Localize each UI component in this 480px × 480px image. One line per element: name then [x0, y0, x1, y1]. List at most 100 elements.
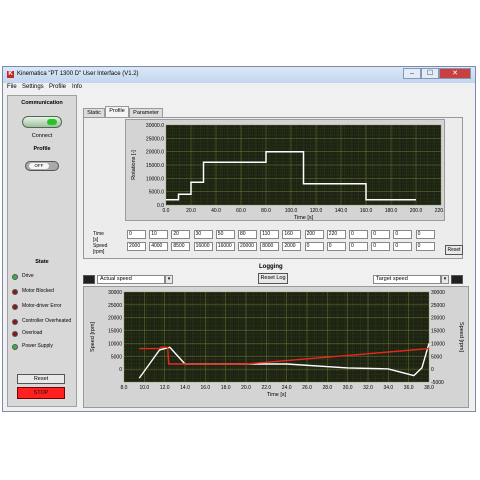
- state-item-label: Overload: [22, 330, 43, 336]
- speed-cell[interactable]: 0: [326, 242, 346, 251]
- y-tick-label: 30000.0: [146, 123, 164, 129]
- y-tick-label: 10000: [108, 341, 122, 347]
- y2-tick-label: -5000: [431, 380, 444, 386]
- right-series-dropdown-icon[interactable]: ▾: [441, 275, 449, 284]
- time-cell[interactable]: 10: [149, 230, 169, 239]
- time-cell[interactable]: 0: [371, 230, 391, 239]
- close-button[interactable]: ✕: [439, 68, 471, 79]
- right-series-select[interactable]: Target speed: [373, 275, 441, 284]
- x-tick-label: 24.0: [282, 385, 292, 391]
- x-tick-label: 18.0: [221, 385, 231, 391]
- x-axis-label: Time [s]: [267, 392, 287, 398]
- y-tick-label: 0: [119, 367, 122, 373]
- status-led-icon: [12, 319, 18, 325]
- left-series-select[interactable]: Actual speed: [97, 275, 165, 284]
- speed-cell[interactable]: 0: [415, 242, 435, 251]
- reset-log-button[interactable]: Reset Log: [258, 273, 288, 284]
- x-tick-label: 26.0: [302, 385, 312, 391]
- logging-chart-frame: 8.0 10.0 12.0 14.0 16.0 18.0 20.0 22.0 24.0 26.0 2…: [83, 286, 469, 408]
- speed-row-label: Speed [rpm]: [93, 243, 108, 255]
- x-tick-label: 22.0: [261, 385, 271, 391]
- time-row-label: Time [s]: [93, 231, 104, 243]
- state-label: State: [35, 259, 49, 265]
- speed-cell[interactable]: 8500: [171, 242, 191, 251]
- y2-tick-label: 15000: [431, 329, 445, 335]
- y-tick-label: 10000.0: [146, 176, 164, 182]
- time-cell[interactable]: 200: [304, 230, 324, 239]
- title-bar[interactable]: K Kinematica "PT 1300 D" User Interface …: [3, 67, 475, 83]
- x-tick-label: 140.0: [335, 208, 348, 214]
- speed-cell[interactable]: 16000: [193, 242, 213, 251]
- time-cell[interactable]: 0: [349, 230, 368, 239]
- maximize-button[interactable]: ☐: [421, 68, 439, 79]
- x-tick-label: 30.0: [343, 385, 353, 391]
- x-tick-label: 60.0: [236, 208, 246, 214]
- y-tick-label: 25000.0: [146, 136, 164, 142]
- connect-label: Connect: [31, 133, 53, 139]
- time-cell[interactable]: 80: [238, 230, 257, 239]
- profile-chart: 0.0 20.0 40.0 60.0 80.0 100.0 120.0 140.0 160.0 1…: [131, 123, 447, 221]
- speed-cell[interactable]: 20000: [238, 242, 257, 251]
- menu-settings[interactable]: Settings: [22, 84, 44, 90]
- x-tick-label: 10.0: [139, 385, 149, 391]
- y-tick-label: 20000: [108, 316, 122, 322]
- y-tick-label: 15000.0: [146, 163, 164, 169]
- logging-chart: 8.0 10.0 12.0 14.0 16.0 18.0 20.0 22.0 24.0 26.0 2…: [90, 290, 464, 398]
- speed-cell[interactable]: 0: [393, 242, 413, 251]
- speed-cell[interactable]: 8000: [260, 242, 280, 251]
- time-cell[interactable]: 20: [171, 230, 191, 239]
- menu-profile[interactable]: Profile: [49, 84, 66, 90]
- x-tick-label: 36.0: [404, 385, 414, 391]
- speed-cell[interactable]: 0: [371, 242, 391, 251]
- reset-button[interactable]: Reset: [17, 374, 65, 384]
- state-item-label: Power Supply: [22, 343, 53, 349]
- app-window: K Kinematica "PT 1300 D" User Interface …: [2, 66, 476, 412]
- time-cell[interactable]: 50: [215, 230, 235, 239]
- target-speed-swatch[interactable]: [451, 275, 463, 284]
- speed-cell[interactable]: 0: [349, 242, 368, 251]
- time-cell[interactable]: 220: [326, 230, 346, 239]
- y2-tick-label: 5000: [431, 354, 442, 360]
- speed-cell[interactable]: 0: [304, 242, 324, 251]
- speed-cell[interactable]: 16000: [215, 242, 235, 251]
- time-cell[interactable]: 0: [127, 230, 146, 239]
- x-tick-label: 40.0: [211, 208, 221, 214]
- x-tick-label: 14.0: [180, 385, 190, 391]
- app-logo-icon: K: [7, 71, 14, 78]
- time-cell[interactable]: 30: [193, 230, 213, 239]
- menu-info[interactable]: Info: [72, 84, 82, 90]
- x-tick-label: 12.0: [160, 385, 170, 391]
- state-item-label: Motor-driver Error: [22, 303, 62, 309]
- time-cell[interactable]: 160: [282, 230, 302, 239]
- speed-cell[interactable]: 2000: [282, 242, 302, 251]
- profile-reset-button[interactable]: Reset: [445, 245, 463, 255]
- speed-cell[interactable]: 2000: [127, 242, 146, 251]
- state-item-label: Drive: [22, 273, 34, 279]
- y-tick-label: 0.0: [157, 203, 164, 209]
- communication-label: Communication: [21, 100, 63, 106]
- speed-cell[interactable]: 4000: [149, 242, 169, 251]
- time-cell[interactable]: 0: [415, 230, 435, 239]
- stop-button[interactable]: STOP: [17, 387, 65, 399]
- actual-speed-swatch[interactable]: [83, 275, 95, 284]
- y2-tick-label: 25000: [431, 303, 445, 309]
- time-cell[interactable]: 0: [393, 230, 413, 239]
- y-tick-label: 15000: [108, 329, 122, 335]
- y2-tick-label: 0: [431, 367, 434, 373]
- y2-tick-label: 20000: [431, 316, 445, 322]
- y2-axis-label: Speed [rpm]: [458, 322, 464, 352]
- connect-button[interactable]: [22, 116, 62, 128]
- minimize-button[interactable]: –: [403, 68, 421, 79]
- time-cell[interactable]: 110: [260, 230, 280, 239]
- status-led-icon: [12, 274, 18, 280]
- connect-led-icon: [47, 119, 57, 125]
- left-series-dropdown-icon[interactable]: ▾: [165, 275, 173, 284]
- profile-toggle-label: OFF: [29, 163, 49, 169]
- status-led-icon: [12, 289, 18, 295]
- x-tick-label: 34.0: [383, 385, 393, 391]
- status-led-icon: [12, 304, 18, 310]
- x-tick-label: 200.0: [410, 208, 423, 214]
- menu-file[interactable]: File: [7, 84, 17, 90]
- x-tick-label: 32.0: [363, 385, 373, 391]
- profile-toggle[interactable]: OFF: [25, 161, 59, 171]
